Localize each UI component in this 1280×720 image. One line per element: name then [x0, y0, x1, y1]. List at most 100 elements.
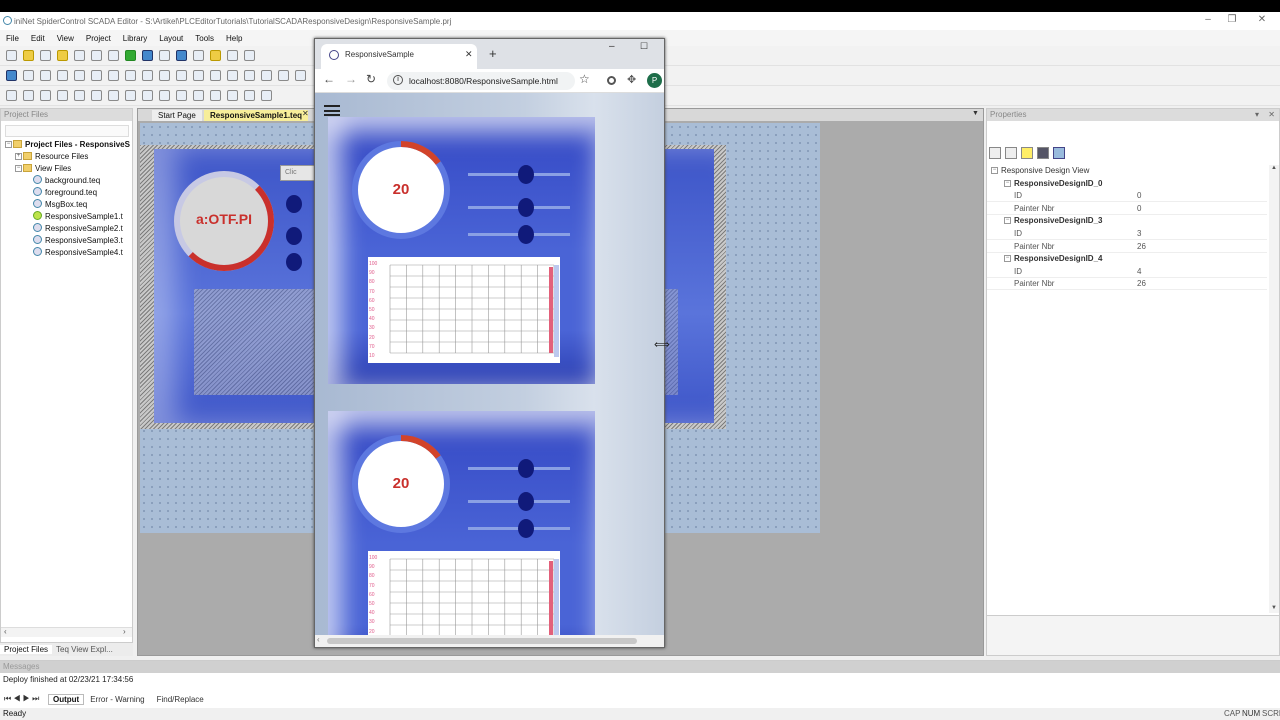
plot-scrollbar[interactable]: [554, 559, 559, 635]
extension-icon[interactable]: [607, 76, 616, 85]
collapse-toggle-icon[interactable]: −: [1004, 179, 1011, 187]
sort-alpha-icon[interactable]: [1005, 147, 1017, 159]
property-value[interactable]: 26: [1137, 278, 1146, 290]
tab-project-files[interactable]: Project Files: [0, 645, 53, 654]
browser-horizontal-scrollbar[interactable]: ‹: [315, 635, 664, 647]
tree-file[interactable]: ResponsiveSample3.t: [5, 235, 131, 247]
align-center-icon[interactable]: [23, 90, 34, 101]
tree-folder[interactable]: + Resource Files: [5, 151, 131, 163]
slider-knob[interactable]: [518, 459, 534, 478]
line-tool-icon[interactable]: [57, 70, 68, 81]
same-width-icon[interactable]: [108, 90, 119, 101]
align-left-icon[interactable]: [6, 90, 17, 101]
scroll-right-icon[interactable]: ›: [123, 627, 126, 636]
design-knob-3[interactable]: [286, 253, 302, 271]
tree-file[interactable]: foreground.teq: [5, 187, 131, 199]
build-icon[interactable]: [108, 50, 119, 61]
bar-tool-icon[interactable]: [227, 70, 238, 81]
panel-close-icon[interactable]: ✕: [1268, 109, 1275, 121]
space-vertical-icon[interactable]: [176, 90, 187, 101]
circle-tool-icon[interactable]: [125, 70, 136, 81]
property-value[interactable]: 26: [1137, 241, 1146, 253]
forward-icon[interactable]: →: [345, 72, 357, 86]
property-row[interactable]: Painter Nbr 0: [987, 203, 1267, 215]
select-arrow-icon[interactable]: [6, 70, 17, 81]
reload-icon[interactable]: ↻: [366, 72, 376, 86]
profile-avatar[interactable]: P: [647, 73, 662, 88]
bookmark-star-icon[interactable]: ☆: [579, 72, 590, 86]
slider-track[interactable]: [468, 165, 570, 184]
tree-folder[interactable]: − View Files: [5, 163, 131, 175]
rectangle-tool-icon[interactable]: [91, 70, 102, 81]
property-value[interactable]: 0: [1137, 203, 1141, 215]
browser-maximize-button[interactable]: ☐: [640, 41, 648, 52]
property-row[interactable]: Painter Nbr 26: [987, 278, 1267, 291]
property-row[interactable]: ID 4: [987, 266, 1267, 278]
tree-horizontal-scrollbar[interactable]: ‹ ›: [1, 627, 132, 637]
align-right-icon[interactable]: [40, 90, 51, 101]
run-icon[interactable]: [125, 50, 136, 61]
menu-file[interactable]: File: [0, 34, 25, 43]
back-icon[interactable]: ←: [323, 72, 335, 86]
design-plot-placeholder[interactable]: [194, 289, 314, 395]
menu-layout[interactable]: Layout: [153, 34, 189, 43]
hamburger-menu-icon[interactable]: [324, 105, 340, 116]
library-icon[interactable]: [57, 50, 68, 61]
export-icon[interactable]: [91, 50, 102, 61]
layers-icon[interactable]: [1037, 147, 1049, 159]
tab-output[interactable]: Output: [48, 693, 85, 705]
property-row[interactable]: − ResponsiveDesignID_0: [987, 178, 1267, 190]
tab-close-icon[interactable]: ✕: [465, 49, 473, 60]
tab-responsive-sample1[interactable]: ResponsiveSample1.teq: [204, 110, 309, 121]
space-horizontal-icon[interactable]: [159, 90, 170, 101]
close-tab-icon[interactable]: ✕: [302, 109, 309, 118]
center-vertical-icon[interactable]: [210, 90, 221, 101]
hscroll-left-icon[interactable]: ‹: [317, 635, 320, 644]
design-knob-2[interactable]: [286, 227, 302, 245]
panel-dropdown-icon[interactable]: ▾: [1255, 109, 1259, 121]
property-row[interactable]: − Responsive Design View: [987, 165, 1267, 177]
slider-track[interactable]: [468, 225, 570, 244]
save-icon[interactable]: [40, 50, 51, 61]
table-tool-icon[interactable]: [261, 70, 272, 81]
property-row[interactable]: ID 3: [987, 228, 1267, 240]
list-tool-icon[interactable]: [244, 70, 255, 81]
slider-track[interactable]: [468, 459, 570, 478]
center-horizontal-icon[interactable]: [193, 90, 204, 101]
new-tab-icon[interactable]: +: [489, 46, 497, 61]
text-tool-icon[interactable]: [23, 70, 34, 81]
message-nav-icon[interactable]: ⏮ ◀ ▶ ⏭: [0, 694, 40, 704]
plot-scrollbar[interactable]: [554, 265, 559, 357]
slider-track[interactable]: [468, 519, 570, 538]
picture-tool-icon[interactable]: [142, 70, 153, 81]
import-icon[interactable]: [74, 50, 85, 61]
ungroup-icon[interactable]: [244, 90, 255, 101]
scroll-left-icon[interactable]: ‹: [4, 627, 7, 636]
tree-file[interactable]: background.teq: [5, 175, 131, 187]
settings-icon[interactable]: [210, 50, 221, 61]
tab-teq-view-explorer[interactable]: Teq View Expl...: [52, 645, 117, 654]
align-top-icon[interactable]: [57, 90, 68, 101]
url-field[interactable]: i localhost:8080/ResponsiveSample.html: [387, 72, 575, 90]
upload-icon[interactable]: [193, 50, 204, 61]
slider-knob[interactable]: [518, 225, 534, 244]
browser-tab[interactable]: ResponsiveSample ✕: [321, 44, 477, 69]
menu-tools[interactable]: Tools: [189, 34, 220, 43]
text-icon[interactable]: [227, 50, 238, 61]
slider-track[interactable]: [468, 492, 570, 511]
tab-find-replace[interactable]: Find/Replace: [151, 695, 210, 704]
tab-error-warning[interactable]: Error - Warning: [84, 695, 150, 704]
site-info-icon[interactable]: i: [393, 75, 403, 85]
menu-library[interactable]: Library: [117, 34, 153, 43]
collapse-toggle-icon[interactable]: −: [1004, 217, 1011, 225]
tool-icon[interactable]: [244, 50, 255, 61]
deploy-icon[interactable]: [142, 50, 153, 61]
slider-knob[interactable]: [518, 165, 534, 184]
property-row[interactable]: ID 0: [987, 190, 1267, 203]
open-file-icon[interactable]: [23, 50, 34, 61]
new-file-icon[interactable]: [6, 50, 17, 61]
scroll-down-icon[interactable]: ▼: [1271, 605, 1277, 611]
align-bottom-icon[interactable]: [91, 90, 102, 101]
minimize-button[interactable]: –: [1198, 14, 1218, 25]
tree-file[interactable]: ResponsiveSample2.t: [5, 223, 131, 235]
